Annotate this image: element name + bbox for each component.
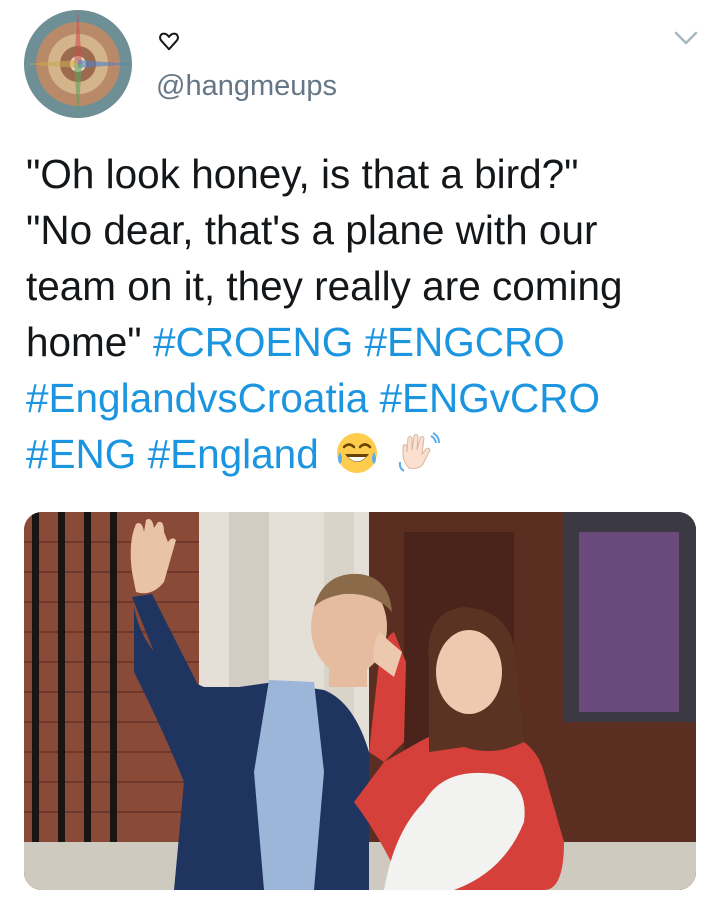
tweet-line: "No dear, that's a plane with our xyxy=(26,207,598,253)
tweet-line: team on it, they really are coming xyxy=(26,263,623,309)
tweet-text: "Oh look honey, is that a bird?" "No dea… xyxy=(26,146,706,482)
tweet-text-fragment: home" xyxy=(26,319,142,365)
tweet-line: #ENG #England xyxy=(26,426,706,482)
waving-hand-emoji xyxy=(399,432,441,472)
hashtag-link[interactable]: #ENGCRO xyxy=(365,319,565,365)
hashtag-link[interactable]: #ENG xyxy=(26,431,136,477)
tears-of-joy-emoji xyxy=(336,433,377,473)
avatar-image xyxy=(24,10,132,118)
heart-outline-icon xyxy=(159,32,179,51)
hashtag-link[interactable]: #ENGvCRO xyxy=(379,375,600,421)
tweet-line: home" #CROENG #ENGCRO xyxy=(26,314,706,370)
hashtag-link[interactable]: #EnglandvsCroatia xyxy=(26,375,368,421)
avatar[interactable] xyxy=(24,10,132,118)
tweet-photo[interactable] xyxy=(24,512,696,890)
hashtag-link[interactable]: #England xyxy=(148,431,319,477)
hashtag-link[interactable]: #CROENG xyxy=(153,319,353,365)
chevron-down-icon[interactable] xyxy=(672,28,700,48)
tweet-line: "Oh look honey, is that a bird?" xyxy=(26,151,579,197)
username-handle[interactable]: @hangmeups xyxy=(156,70,337,103)
tweet-line: #EnglandvsCroatia #ENGvCRO xyxy=(26,370,706,426)
photo-image xyxy=(24,512,696,890)
